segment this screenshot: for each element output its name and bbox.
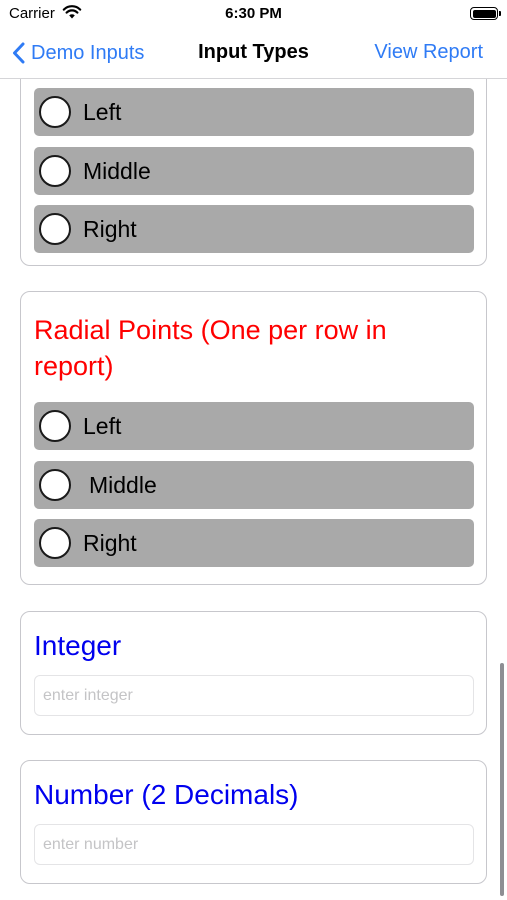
number-input[interactable]	[34, 824, 474, 865]
radio-button-icon	[39, 469, 71, 501]
radio-option-label: Middle	[83, 157, 151, 184]
number-label: Number (2 Decimals)	[34, 779, 299, 810]
status-bar: Carrier 6:30 PM	[0, 0, 507, 28]
navigation-bar: Demo Inputs Input Types View Report	[0, 28, 507, 79]
radio-button-icon	[39, 527, 71, 559]
radio-option-left[interactable]: Left	[34, 88, 474, 136]
radial-points-card: Radial Points (One per row in report) Le…	[20, 291, 487, 585]
radio-option-label: Right	[83, 215, 137, 242]
number-card: Number (2 Decimals)	[20, 760, 487, 884]
radio-option-label: Left	[83, 98, 122, 125]
integer-input[interactable]	[34, 675, 474, 716]
radio-option-label: Right	[83, 529, 137, 556]
scroll-indicator[interactable]	[500, 663, 504, 896]
clock: 6:30 PM	[225, 5, 282, 22]
view-report-button[interactable]: View Report	[374, 41, 483, 64]
radial-option-right[interactable]: Right	[34, 519, 474, 567]
form-scroll-area[interactable]: Left Middle Right Radial Points (One per…	[0, 79, 507, 900]
integer-card: Integer	[20, 611, 487, 735]
radio-option-right[interactable]: Right	[34, 205, 474, 253]
radial-option-left[interactable]: Left	[34, 402, 474, 450]
radio-button-icon	[39, 410, 71, 442]
radio-button-icon	[39, 155, 71, 187]
radio-button-icon	[39, 213, 71, 245]
battery-icon	[470, 7, 501, 20]
radio-button-icon	[39, 96, 71, 128]
integer-label: Integer	[34, 630, 122, 661]
radio-group-card: Left Middle Right	[20, 79, 487, 266]
radio-option-label: Left	[83, 412, 122, 439]
radio-option-middle[interactable]: Middle	[34, 147, 474, 195]
radio-option-label: Middle	[89, 471, 157, 498]
radial-option-middle[interactable]: Middle	[34, 461, 474, 509]
radial-points-title: Radial Points (One per row in report)	[34, 315, 387, 381]
